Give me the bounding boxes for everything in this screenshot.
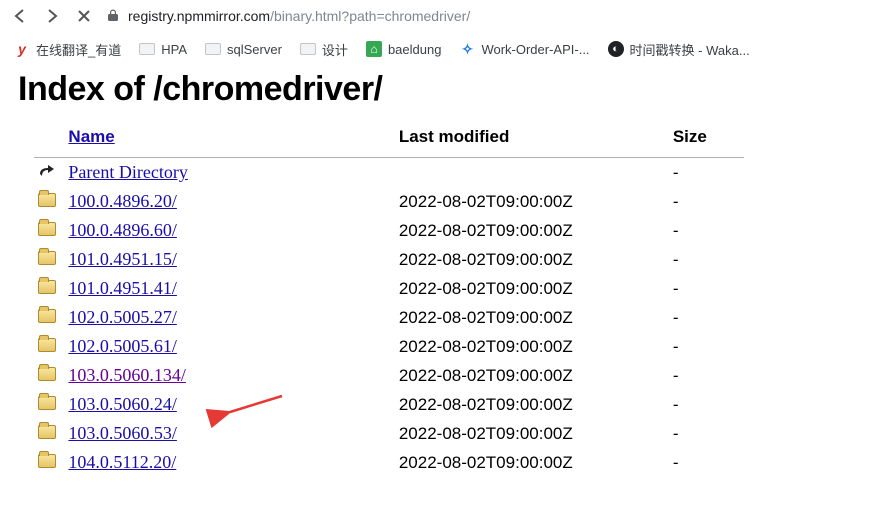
page-title: Index of /chromedriver/ (18, 70, 876, 109)
directory-link[interactable]: 100.0.4896.20/ (68, 191, 177, 211)
folder-icon (38, 367, 56, 381)
parent-directory-row: Parent Directory - (34, 158, 744, 188)
table-row: 101.0.4951.41/2022-08-02T09:00:00Z- (34, 274, 744, 303)
folder-icon (38, 251, 56, 265)
url-text: registry.npmmirror.com/binary.html?path=… (128, 8, 470, 24)
size-cell: - (663, 448, 744, 477)
modified-cell: 2022-08-02T09:00:00Z (379, 187, 663, 216)
table-row: 100.0.4896.60/2022-08-02T09:00:00Z- (34, 216, 744, 245)
directory-link[interactable]: 103.0.5060.134/ (68, 365, 186, 385)
bookmark-youdao[interactable]: y 在线翻译_有道 (14, 40, 121, 59)
folder-icon (38, 338, 56, 352)
table-row: 101.0.4951.15/2022-08-02T09:00:00Z- (34, 245, 744, 274)
modified-cell: 2022-08-02T09:00:00Z (379, 332, 663, 361)
folder-icon (38, 454, 56, 468)
modified-cell: 2022-08-02T09:00:00Z (379, 245, 663, 274)
parent-size: - (663, 158, 744, 188)
size-cell: - (663, 419, 744, 448)
forward-button[interactable] (42, 6, 62, 26)
folder-icon (38, 193, 56, 207)
page-content: Index of /chromedriver/ Name Last modifi… (0, 70, 894, 487)
modified-cell: 2022-08-02T09:00:00Z (379, 390, 663, 419)
bookmark-hpa[interactable]: HPA (139, 42, 187, 57)
modified-cell: 2022-08-02T09:00:00Z (379, 361, 663, 390)
modified-cell: 2022-08-02T09:00:00Z (379, 216, 663, 245)
directory-link[interactable]: 103.0.5060.24/ (68, 394, 177, 414)
bookmarks-bar: y 在线翻译_有道 HPA sqlServer 设计 ⌂ baeldung ✧ … (0, 32, 894, 66)
baeldung-icon: ⌂ (366, 41, 382, 57)
table-header: Name Last modified Size (34, 121, 744, 158)
bookmark-design[interactable]: 设计 (300, 40, 348, 59)
directory-link[interactable]: 104.0.5112.20/ (68, 452, 176, 472)
directory-link[interactable]: 103.0.5060.53/ (68, 423, 177, 443)
size-cell: - (663, 187, 744, 216)
size-cell: - (663, 390, 744, 419)
bookmark-baeldung[interactable]: ⌂ baeldung (366, 41, 442, 57)
directory-link[interactable]: 101.0.4951.15/ (68, 249, 177, 269)
table-row: 104.0.5112.20/2022-08-02T09:00:00Z- (34, 448, 744, 477)
table-row: 103.0.5060.53/2022-08-02T09:00:00Z- (34, 419, 744, 448)
table-row: 103.0.5060.134/2022-08-02T09:00:00Z- (34, 361, 744, 390)
sort-name[interactable]: Name (68, 127, 114, 146)
size-cell: - (663, 332, 744, 361)
col-size: Size (663, 121, 744, 158)
folder-icon (139, 43, 155, 55)
folder-icon (300, 43, 316, 55)
modified-cell: 2022-08-02T09:00:00Z (379, 448, 663, 477)
directory-link[interactable]: 101.0.4951.41/ (68, 278, 177, 298)
browser-toolbar: registry.npmmirror.com/binary.html?path=… (0, 0, 894, 32)
folder-icon (38, 222, 56, 236)
table-row: 103.0.5060.24/2022-08-02T09:00:00Z- (34, 390, 744, 419)
directory-listing: Name Last modified Size Parent Directory… (34, 121, 744, 477)
youdao-icon: y (14, 41, 30, 57)
size-cell: - (663, 245, 744, 274)
parent-icon (38, 162, 56, 178)
size-cell: - (663, 361, 744, 390)
folder-icon (38, 396, 56, 410)
bookmark-sqlserver[interactable]: sqlServer (205, 42, 282, 57)
api-icon: ✧ (459, 41, 475, 57)
col-modified: Last modified (379, 121, 663, 158)
modified-cell: 2022-08-02T09:00:00Z (379, 419, 663, 448)
folder-icon (38, 280, 56, 294)
back-button[interactable] (10, 6, 30, 26)
waka-icon: ◐ (608, 41, 624, 57)
table-row: 100.0.4896.20/2022-08-02T09:00:00Z- (34, 187, 744, 216)
directory-link[interactable]: 102.0.5005.27/ (68, 307, 177, 327)
folder-icon (38, 309, 56, 323)
parent-directory-link[interactable]: Parent Directory (68, 162, 187, 182)
bookmark-waka[interactable]: ◐ 时间戳转换 - Waka... (608, 40, 750, 59)
folder-icon (38, 425, 56, 439)
table-row: 102.0.5005.61/2022-08-02T09:00:00Z- (34, 332, 744, 361)
stop-button[interactable] (74, 6, 94, 26)
modified-cell: 2022-08-02T09:00:00Z (379, 274, 663, 303)
size-cell: - (663, 274, 744, 303)
folder-icon (205, 43, 221, 55)
directory-link[interactable]: 102.0.5005.61/ (68, 336, 177, 356)
bookmark-workorder[interactable]: ✧ Work-Order-API-... (459, 41, 589, 57)
directory-link[interactable]: 100.0.4896.60/ (68, 220, 177, 240)
lock-icon (106, 8, 120, 25)
table-row: 102.0.5005.27/2022-08-02T09:00:00Z- (34, 303, 744, 332)
size-cell: - (663, 216, 744, 245)
modified-cell: 2022-08-02T09:00:00Z (379, 303, 663, 332)
size-cell: - (663, 303, 744, 332)
address-bar[interactable]: registry.npmmirror.com/binary.html?path=… (106, 8, 884, 25)
